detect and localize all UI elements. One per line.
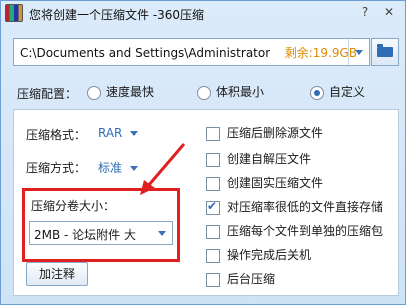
config-label: 压缩配置： xyxy=(17,87,78,101)
radio-custom[interactable]: 自定义 xyxy=(310,83,366,100)
split-size-label: 压缩分卷大小： xyxy=(31,199,116,213)
title-bar: 您将创建一个压缩文件 -360压缩 ? ✕ xyxy=(1,1,405,27)
close-button[interactable]: ✕ xyxy=(381,5,397,19)
option-label: 后台压缩 xyxy=(227,272,276,286)
help-button[interactable]: ? xyxy=(357,5,373,19)
option-solid-archive[interactable]: 创建固实压缩文件 xyxy=(206,174,323,191)
options-panel: 压缩格式： RAR 压缩方式： 标准 压缩分卷大小： 2MB - 论坛附件 大 … xyxy=(13,109,399,296)
format-label: 压缩格式： xyxy=(26,128,87,142)
radio-label: 体积最小 xyxy=(216,85,265,99)
option-label: 压缩每个文件到单独的压缩包 xyxy=(227,224,384,238)
free-space-label: 剩余:19.9GB xyxy=(284,46,357,60)
option-store-low-ratio[interactable]: 对压缩率很低的文件直接存储 xyxy=(206,198,383,215)
radio-label: 自定义 xyxy=(329,85,366,99)
checkbox[interactable] xyxy=(206,152,220,167)
path-field[interactable]: C:\Documents and Settings\Administrator\… xyxy=(13,38,370,66)
checkbox[interactable] xyxy=(206,248,220,263)
option-separate-archives[interactable]: 压缩每个文件到单独的压缩包 xyxy=(206,222,383,239)
add-note-button[interactable]: 加注释 xyxy=(26,262,88,286)
chevron-down-icon xyxy=(130,166,139,171)
chevron-down-icon xyxy=(355,50,363,55)
method-value: 标准 xyxy=(98,161,123,175)
checkbox-checked[interactable] xyxy=(206,199,220,215)
method-select[interactable]: 标准 xyxy=(98,159,139,176)
option-shutdown[interactable]: 操作完成后关机 xyxy=(206,246,311,263)
archive-icon xyxy=(5,4,23,22)
option-delete-source[interactable]: 压缩后删除源文件 xyxy=(206,124,323,141)
browse-folder-button[interactable] xyxy=(371,38,399,66)
option-label: 创建自解压文件 xyxy=(227,152,312,166)
checkbox[interactable] xyxy=(206,224,220,239)
radio-circle[interactable] xyxy=(87,85,101,100)
checkbox[interactable] xyxy=(206,176,220,191)
format-select[interactable]: RAR xyxy=(98,126,139,140)
radio-circle-selected[interactable] xyxy=(310,85,324,100)
checkbox[interactable] xyxy=(206,126,220,141)
path-dropdown-button[interactable] xyxy=(348,39,369,65)
option-label: 创建固实压缩文件 xyxy=(227,176,324,190)
radio-label: 速度最快 xyxy=(106,85,155,99)
option-background[interactable]: 后台压缩 xyxy=(206,270,275,287)
split-size-select[interactable]: 2MB - 论坛附件 大 xyxy=(29,221,173,245)
option-self-extract[interactable]: 创建自解压文件 xyxy=(206,150,311,167)
option-label: 对压缩率很低的文件直接存储 xyxy=(227,200,384,214)
path-text[interactable]: C:\Documents and Settings\Administrator\… xyxy=(20,44,270,61)
chevron-down-icon xyxy=(158,231,166,236)
format-value: RAR xyxy=(98,126,123,140)
split-size-highlight: 压缩分卷大小： 2MB - 论坛附件 大 xyxy=(22,188,180,262)
chevron-down-icon xyxy=(130,131,139,136)
compress-dialog: 您将创建一个压缩文件 -360压缩 ? ✕ C:\Documents and S… xyxy=(0,0,406,305)
method-label: 压缩方式： xyxy=(26,161,87,175)
split-size-value: 2MB - 论坛附件 大 xyxy=(34,228,136,242)
radio-smallest[interactable]: 体积最小 xyxy=(197,83,265,100)
checkbox[interactable] xyxy=(206,272,220,287)
folder-icon xyxy=(377,44,393,57)
window-title: 您将创建一个压缩文件 -360压缩 xyxy=(29,8,205,22)
radio-fastest[interactable]: 速度最快 xyxy=(87,83,155,100)
option-label: 操作完成后关机 xyxy=(227,248,312,262)
radio-circle[interactable] xyxy=(197,85,211,100)
option-label: 压缩后删除源文件 xyxy=(227,126,324,140)
